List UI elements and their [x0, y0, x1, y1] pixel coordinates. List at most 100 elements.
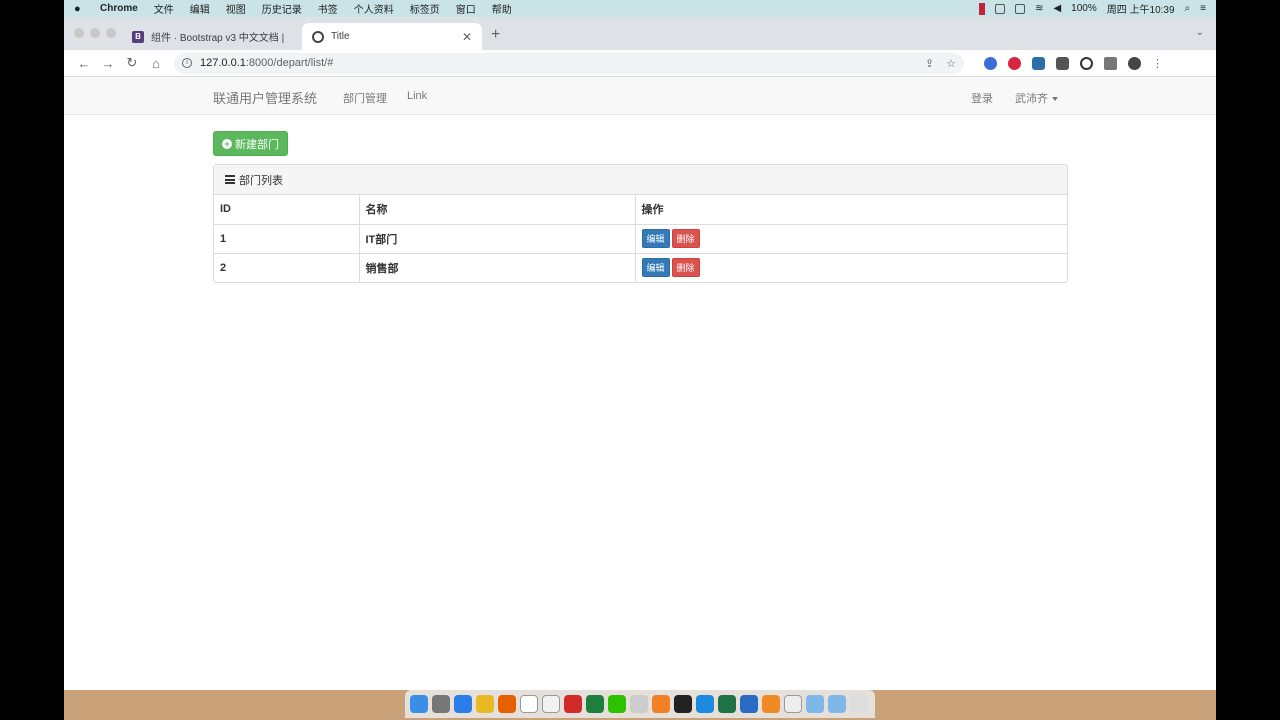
- menu-tab[interactable]: 标签页: [410, 1, 440, 16]
- wechat-icon[interactable]: [608, 695, 626, 713]
- calendar-icon[interactable]: [542, 695, 560, 713]
- new-tab-button[interactable]: +: [491, 26, 500, 44]
- navbar-brand[interactable]: 联通用户管理系统: [213, 88, 317, 107]
- menubar-clock[interactable]: 周四 上午10:39: [1107, 1, 1175, 16]
- folder-icon[interactable]: [828, 695, 846, 713]
- kebab-menu-icon[interactable]: ⋮: [1152, 57, 1163, 70]
- infinity-extension-icon[interactable]: [1080, 56, 1093, 70]
- globe-icon: [312, 30, 324, 43]
- browser-window: B 组件 · Bootstrap v3 中文文档 | Title ✕ + ⌄ ←…: [64, 17, 1216, 690]
- column-header-name: 名称: [359, 195, 636, 224]
- reload-icon[interactable]: ↻: [120, 55, 144, 71]
- tab-bootstrap-docs[interactable]: B 组件 · Bootstrap v3 中文文档 |: [122, 23, 302, 50]
- cell-actions: 编辑 删除: [635, 223, 1067, 253]
- menubar-status-area: ≋ ◀ 100% 周四 上午10:39 ⌕ ≡: [979, 1, 1206, 16]
- address-bar[interactable]: i 127.0.0.1:8000/depart/list/# ⇪ ☆: [174, 52, 964, 74]
- extension-icon[interactable]: [1056, 56, 1069, 70]
- recording-icon[interactable]: [979, 2, 986, 15]
- menu-edit[interactable]: 编辑: [190, 1, 210, 16]
- nav-link-login[interactable]: 登录: [971, 90, 993, 106]
- safari-icon[interactable]: [454, 695, 472, 713]
- browser-toolbar: ← → ↻ ⌂ i 127.0.0.1:8000/depart/list/# ⇪…: [64, 50, 1216, 77]
- menu-bookmarks[interactable]: 书签: [318, 1, 338, 16]
- menu-app-name[interactable]: Chrome: [100, 3, 138, 14]
- column-header-actions: 操作: [641, 204, 664, 217]
- site-info-icon[interactable]: i: [182, 58, 192, 68]
- bookmark-star-icon[interactable]: ☆: [946, 57, 956, 70]
- macos-menubar: ● Chrome 文件 编辑 视图 历史记录 书签 个人资料 标签页 窗口 帮助…: [64, 0, 1216, 17]
- netease-music-icon[interactable]: [564, 695, 582, 713]
- new-department-button[interactable]: + 新建部门: [213, 131, 288, 156]
- menu-help[interactable]: 帮助: [492, 1, 512, 16]
- close-window-button[interactable]: [74, 28, 84, 38]
- app-icon[interactable]: [696, 695, 714, 713]
- desktop-left-edge: [0, 0, 64, 720]
- url-text[interactable]: 127.0.0.1:8000/depart/list/#: [200, 57, 913, 69]
- trash-icon[interactable]: [850, 695, 868, 713]
- site-navbar: 联通用户管理系统 部门管理 Link 登录 武沛齐: [64, 77, 1216, 115]
- menu-profile[interactable]: 个人资料: [354, 1, 394, 16]
- search-icon[interactable]: ⌕: [1185, 3, 1191, 14]
- sublime-icon[interactable]: [652, 695, 670, 713]
- caret-down-icon: [1052, 97, 1058, 102]
- nav-link-departments[interactable]: 部门管理: [343, 90, 387, 106]
- apple-menu-icon[interactable]: ●: [74, 3, 86, 15]
- table-header-row: ID 名称 操作: [214, 195, 1067, 224]
- volume-icon[interactable]: ◀: [1053, 3, 1061, 14]
- edit-button[interactable]: 编辑: [641, 229, 670, 248]
- delete-button[interactable]: 删除: [671, 258, 700, 278]
- cell-name: 销售部: [359, 252, 636, 282]
- minimize-window-button[interactable]: [90, 28, 100, 38]
- typora-icon[interactable]: [520, 695, 538, 713]
- tab-search-chevron-icon[interactable]: ⌄: [1196, 27, 1204, 38]
- preview-icon[interactable]: [784, 695, 802, 713]
- excel-icon[interactable]: [718, 695, 736, 713]
- app-icon[interactable]: [630, 695, 648, 713]
- forward-arrow-icon[interactable]: →: [96, 56, 120, 71]
- tab-strip: B 组件 · Bootstrap v3 中文文档 | Title ✕ + ⌄: [64, 17, 1216, 50]
- adblock-extension-icon[interactable]: [1008, 56, 1021, 70]
- firefox-icon[interactable]: [498, 695, 516, 713]
- column-header-id: ID: [214, 195, 360, 224]
- tab-title: Title: [331, 31, 350, 42]
- menu-history[interactable]: 历史记录: [262, 1, 302, 16]
- back-arrow-icon[interactable]: ←: [72, 56, 96, 71]
- cell-actions: 编辑 删除: [635, 252, 1067, 282]
- terminal-icon[interactable]: [674, 695, 692, 713]
- home-icon[interactable]: ⌂: [144, 56, 168, 71]
- status-icon[interactable]: [995, 3, 1006, 14]
- app-icon[interactable]: [762, 695, 780, 713]
- plus-circle-icon: +: [222, 138, 232, 149]
- bootstrap-icon: B: [132, 30, 144, 43]
- folder-icon[interactable]: [806, 695, 824, 713]
- panel-title: 部门列表: [239, 174, 283, 187]
- tab-title-page[interactable]: Title ✕: [302, 23, 482, 50]
- zoom-window-button[interactable]: [106, 28, 116, 38]
- table-row: 2 销售部 编辑 删除: [214, 252, 1067, 282]
- close-tab-icon[interactable]: ✕: [462, 30, 472, 44]
- nav-link-link[interactable]: Link: [407, 90, 427, 102]
- edit-button[interactable]: 编辑: [641, 258, 670, 278]
- profile-avatar[interactable]: [1128, 56, 1141, 70]
- list-icon: [225, 175, 235, 184]
- share-icon[interactable]: ⇪: [925, 57, 934, 70]
- app-icon[interactable]: [740, 695, 758, 713]
- translate-extension-icon[interactable]: [984, 56, 997, 70]
- puzzle-extensions-icon[interactable]: [1104, 56, 1117, 70]
- user-name: 武沛齐: [1015, 93, 1048, 105]
- wifi-icon[interactable]: ≋: [1035, 3, 1043, 14]
- menu-view[interactable]: 视图: [226, 1, 246, 16]
- status-icon[interactable]: [1015, 3, 1026, 14]
- user-dropdown[interactable]: 武沛齐: [1015, 90, 1058, 106]
- finder-icon[interactable]: [410, 695, 428, 713]
- pycharm-icon[interactable]: [586, 695, 604, 713]
- launchpad-icon[interactable]: [432, 695, 450, 713]
- screenshot-extension-icon[interactable]: [1032, 56, 1045, 70]
- table-row: 1 IT部门 编辑 删除: [214, 223, 1067, 253]
- delete-button[interactable]: 删除: [671, 229, 700, 248]
- menu-file[interactable]: 文件: [154, 1, 174, 16]
- control-center-icon[interactable]: ≡: [1200, 3, 1206, 14]
- chrome-icon[interactable]: [476, 695, 494, 713]
- menu-window[interactable]: 窗口: [456, 1, 476, 16]
- battery-percent[interactable]: 100%: [1071, 3, 1097, 14]
